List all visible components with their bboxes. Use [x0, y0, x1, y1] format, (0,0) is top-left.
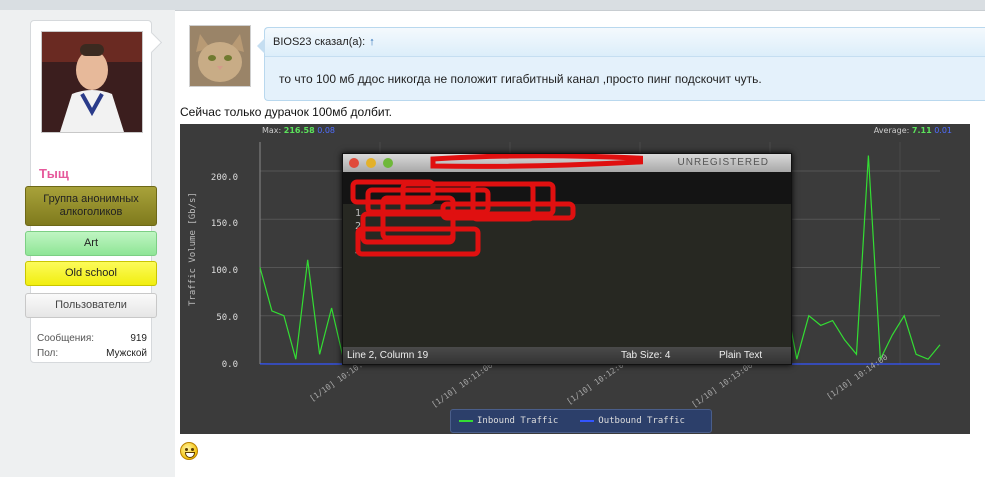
- average-label: Average: 7.11 0.01: [873, 126, 952, 135]
- stat-row: Пол: Мужской: [37, 346, 147, 361]
- tab-size[interactable]: Tab Size: 4: [621, 347, 670, 364]
- scribble-stroke: [430, 154, 643, 169]
- legend-item: Inbound Traffic: [459, 416, 558, 426]
- stat-row: Сообщения: 919: [37, 331, 147, 346]
- quote-author-name: BIOS23 сказал(а):: [273, 36, 366, 48]
- quote-author-avatar[interactable]: [189, 25, 251, 87]
- legend-inbound-swatch: [459, 420, 473, 422]
- avg-outbound: 0.01: [934, 126, 952, 135]
- quote-block: BIOS23 сказал(а): ↑ то что 100 мб ддос ни…: [257, 27, 985, 101]
- legend-outbound-swatch: [580, 420, 595, 422]
- editor-status-bar: Line 2, Column 19 Tab Size: 4 Plain Text: [343, 347, 791, 364]
- syntax-mode[interactable]: Plain Text: [719, 347, 762, 364]
- user-group-badge: Группа анонимных алкоголиков: [25, 186, 157, 226]
- max-outbound: 0.08: [317, 126, 336, 135]
- quote-text: то что 100 мб ддос никогда не положит ги…: [279, 72, 762, 86]
- smiley-eye: [191, 448, 194, 451]
- y-tick-label: 50.0: [216, 313, 238, 323]
- stat-label: Сообщения:: [37, 333, 95, 344]
- cursor-position: Line 2, Column 19: [347, 350, 429, 361]
- user-avatar[interactable]: [41, 31, 143, 133]
- user-group-badge: Old school: [25, 261, 157, 286]
- legend-inbound-label: Inbound Traffic: [477, 416, 559, 426]
- y-tick-label: 200.0: [210, 173, 238, 183]
- legend-item: Outbound Traffic: [580, 416, 685, 426]
- avg-inbound: 7.11: [911, 126, 932, 135]
- y-tick-label: 0.0: [221, 360, 238, 370]
- quote-author: BIOS23 сказал(а): ↑: [273, 36, 375, 48]
- post-message: Сейчас только дурачок 100мб долбит.: [180, 105, 393, 119]
- chart-legend: Inbound Traffic Outbound Traffic: [450, 409, 712, 433]
- avatar-image: [42, 32, 142, 132]
- quote-jump-link[interactable]: ↑: [369, 36, 375, 48]
- stat-label: Пол:: [37, 348, 59, 359]
- quote-pointer: [257, 38, 265, 54]
- y-axis-label: Traffic Volume [Gb/s]: [188, 192, 198, 306]
- max-label: Max: 216.58 0.08: [262, 126, 336, 135]
- y-tick-label: 150.0: [210, 219, 238, 229]
- unregistered-label: UNREGISTERED: [677, 157, 769, 168]
- user-group-badge: Art: [25, 231, 157, 256]
- user-stats: Сообщения: 919 Пол: Мужской: [37, 331, 147, 361]
- legend-outbound-label: Outbound Traffic: [598, 416, 685, 426]
- username[interactable]: Тыщ: [39, 166, 69, 181]
- cat-avatar-image: [190, 26, 250, 86]
- user-group-badge: Пользователи: [25, 293, 157, 318]
- smiley-eye: [185, 448, 188, 451]
- smiley-mouth: [185, 452, 195, 458]
- red-scribble-redaction: [350, 154, 643, 257]
- stat-value[interactable]: 919: [130, 331, 147, 346]
- traffic-screenshot[interactable]: Max: 216.58 0.08 Average: 7.11 0.01 Traf…: [180, 124, 970, 434]
- text-editor-window[interactable]: UNREGISTERED 1 2 3 4 Line 2, Column 19 T…: [342, 153, 792, 365]
- smile-emoji-icon: [180, 442, 198, 460]
- quote-header: BIOS23 сказал(а): ↑: [265, 28, 985, 57]
- stat-value: Мужской: [106, 348, 147, 359]
- y-tick-label: 100.0: [210, 266, 238, 276]
- user-info-panel: Тыщ Группа анонимных алкоголиков Art Old…: [25, 20, 163, 363]
- max-inbound: 216.58: [283, 126, 315, 135]
